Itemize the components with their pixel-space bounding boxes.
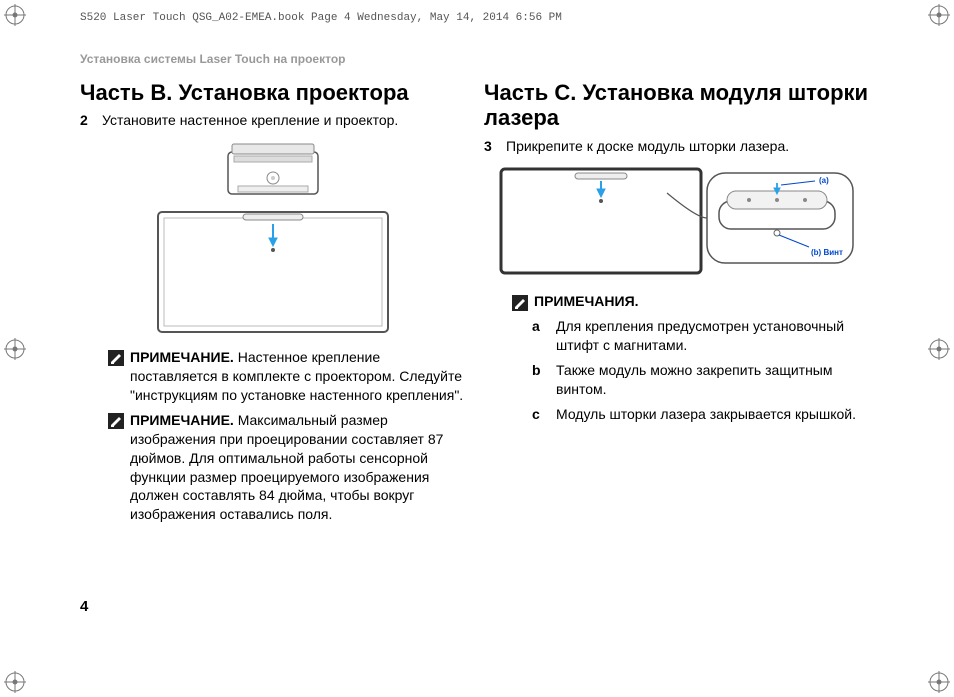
callout-a-label: (a) bbox=[819, 176, 829, 185]
note-b-text: Также модуль можно закрепить защитным ви… bbox=[556, 361, 870, 399]
note-b-letter: b bbox=[532, 361, 546, 399]
note-2-label: ПРИМЕЧАНИЕ. bbox=[130, 412, 234, 428]
crop-mark-tl bbox=[4, 4, 26, 26]
pdf-header-line: S520 Laser Touch QSG_A02-EMEA.book Page … bbox=[80, 12, 562, 24]
note-2-body: ПРИМЕЧАНИЕ. Максимальный размер изображе… bbox=[130, 411, 466, 524]
callout-b-label: (b) Винт bbox=[811, 248, 843, 257]
note-1-label: ПРИМЕЧАНИЕ. bbox=[130, 349, 234, 365]
note-item-c: c Модуль шторки лазера закрывается крышк… bbox=[532, 405, 870, 424]
page-number: 4 bbox=[80, 598, 88, 615]
notes-header-text: ПРИМЕЧАНИЯ. bbox=[534, 293, 639, 309]
note-icon bbox=[108, 350, 124, 366]
note-a-text: Для крепления предусмотрен установочный … bbox=[556, 317, 870, 355]
step-2-text: Установите настенное крепление и проекто… bbox=[102, 111, 398, 130]
step-2-number: 2 bbox=[80, 111, 94, 130]
note-icon bbox=[512, 295, 528, 311]
note-item-b: b Также модуль можно закрепить защитным … bbox=[532, 361, 870, 399]
section-b-heading: Часть B. Установка проектора bbox=[80, 80, 466, 105]
step-3: 3 Прикрепите к доске модуль шторки лазер… bbox=[484, 137, 870, 156]
note-2-text: Максимальный размер изображения при прое… bbox=[130, 412, 443, 522]
step-3-number: 3 bbox=[484, 137, 498, 156]
note-1: ПРИМЕЧАНИЕ. Настенное крепление поставля… bbox=[108, 348, 466, 405]
figure-projector-mount bbox=[148, 138, 398, 338]
note-2: ПРИМЕЧАНИЕ. Максимальный размер изображе… bbox=[108, 411, 466, 524]
note-item-a: a Для крепления предусмотрен установочны… bbox=[532, 317, 870, 355]
note-1-body: ПРИМЕЧАНИЕ. Настенное крепление поставля… bbox=[130, 348, 466, 405]
step-2: 2 Установите настенное крепление и проек… bbox=[80, 111, 466, 130]
note-c-letter: c bbox=[532, 405, 546, 424]
running-header: Установка системы Laser Touch на проекто… bbox=[80, 52, 346, 66]
crop-mark-br bbox=[928, 671, 950, 693]
crop-mark-bl bbox=[4, 671, 26, 693]
section-c-heading: Часть C. Установка модуля шторки лазера bbox=[484, 80, 870, 131]
note-icon bbox=[108, 413, 124, 429]
column-left: Часть B. Установка проектора 2 Установит… bbox=[80, 80, 466, 530]
column-right: Часть C. Установка модуля шторки лазера … bbox=[484, 80, 870, 530]
note-a-letter: a bbox=[532, 317, 546, 355]
crop-mark-tr bbox=[928, 4, 950, 26]
notes-header: ПРИМЕЧАНИЯ. bbox=[512, 293, 870, 311]
crop-mark-ml bbox=[4, 338, 26, 360]
content-columns: Часть B. Установка проектора 2 Установит… bbox=[80, 80, 870, 530]
step-3-text: Прикрепите к доске модуль шторки лазера. bbox=[506, 137, 789, 156]
crop-mark-mr bbox=[928, 338, 950, 360]
figure-laser-curtain: (a) (b) Винт bbox=[497, 163, 857, 283]
notes-sublist: a Для крепления предусмотрен установочны… bbox=[532, 317, 870, 423]
note-c-text: Модуль шторки лазера закрывается крышкой… bbox=[556, 405, 856, 424]
